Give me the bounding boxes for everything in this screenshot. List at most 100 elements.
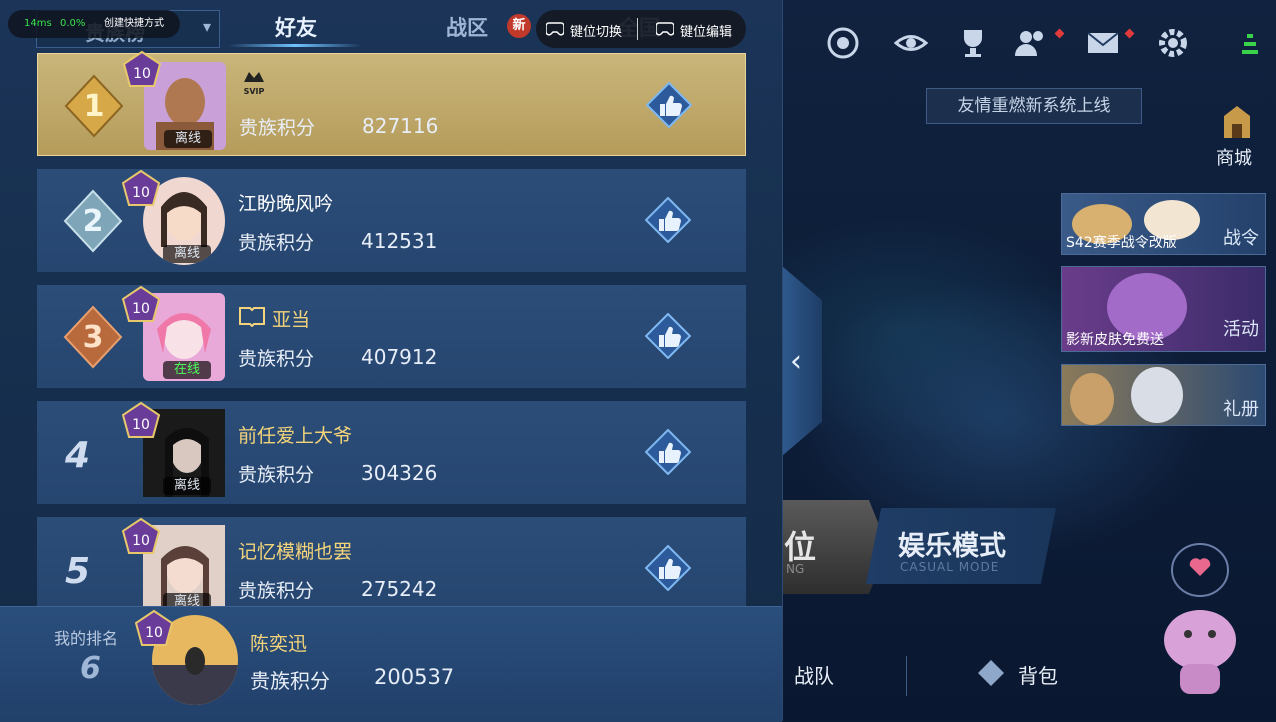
player-name: 亚当	[272, 309, 311, 331]
trophy-icon[interactable]	[956, 26, 990, 60]
status-badge: 在线	[163, 361, 211, 379]
nav-divider	[906, 656, 907, 696]
rank-gold-badge-icon: 1	[64, 74, 124, 138]
card-caption: 影新皮肤免费送	[1066, 332, 1164, 348]
points-value: 827116	[362, 114, 439, 138]
noble-level-badge-icon: 10	[121, 285, 161, 322]
points-label: 贵族积分	[238, 232, 315, 254]
player-name: 前任爱上大爷	[238, 425, 353, 447]
points-label: 贵族积分	[239, 117, 316, 139]
svg-text:1: 1	[84, 89, 105, 124]
settings-gear-icon[interactable]	[1156, 26, 1190, 60]
leaderboard-row[interactable]: 4 离线 10 前任爱上大爷 贵族积分 304326	[37, 401, 746, 504]
tab-friends[interactable]: 好友	[275, 12, 317, 42]
title-book-icon	[239, 307, 265, 327]
new-feature-notice[interactable]: 友情重燃新系统上线	[926, 88, 1142, 124]
create-shortcut-label: 创建快捷方式	[104, 18, 164, 29]
svg-text:10: 10	[133, 66, 151, 82]
mascot-character[interactable]	[1140, 530, 1260, 700]
svg-text:3: 3	[83, 320, 104, 355]
rank-number: 4	[65, 435, 91, 476]
backpack-icon	[978, 660, 1004, 686]
rank-number: 5	[65, 551, 91, 592]
leaderboard-row[interactable]: 5 离线 10 记忆模糊也罢 贵族积分 275242	[37, 517, 746, 606]
card-art	[1070, 367, 1183, 425]
card-caption: S42赛季战令改版	[1066, 235, 1177, 251]
shop-button[interactable]: 商城	[1212, 104, 1262, 170]
key-edit-button[interactable]: 键位编辑	[680, 21, 732, 40]
eye-icon[interactable]	[894, 26, 928, 60]
svg-text:10: 10	[132, 301, 150, 317]
rank-bronze-badge-icon: 3	[63, 305, 123, 369]
wifi-signal-icon	[1242, 34, 1258, 54]
like-thumbs-up-icon[interactable]	[646, 82, 692, 128]
chevron-down-icon: ▾	[202, 17, 211, 36]
points-value: 407912	[361, 345, 438, 369]
noble-level-badge-icon: 10	[121, 401, 161, 438]
casual-mode-sub: CASUAL MODE	[900, 560, 1000, 574]
points-value: 412531	[361, 229, 438, 253]
gift-book-card[interactable]: 礼册	[1061, 364, 1266, 426]
like-thumbs-up-icon[interactable]	[645, 545, 691, 591]
casual-mode-button[interactable]: 娱乐模式 CASUAL MODE	[866, 508, 1056, 584]
noble-level-badge-icon: 10	[121, 517, 161, 554]
svg-text:2: 2	[83, 204, 104, 239]
target-icon[interactable]	[826, 26, 860, 60]
noble-level-badge-icon: 10	[122, 50, 162, 87]
my-rank-label: 我的排名	[54, 629, 119, 648]
noble-level-badge-icon: 10	[134, 609, 174, 646]
svip-icon: SVIP	[244, 72, 265, 96]
points-label: 贵族积分	[238, 464, 315, 486]
key-switch-button[interactable]: 键位切换	[570, 21, 622, 40]
cpu-readout: 0.0%	[60, 18, 86, 29]
my-player-name: 陈奕迅	[250, 633, 308, 655]
casual-mode-label: 娱乐模式	[898, 531, 1006, 562]
gamepad-icon	[546, 22, 564, 36]
friends-icon[interactable]	[1014, 26, 1048, 60]
performance-overlay[interactable]: 14ms 0.0% 创建快捷方式	[8, 10, 180, 38]
like-thumbs-up-icon[interactable]	[645, 197, 691, 243]
like-thumbs-up-icon[interactable]	[645, 313, 691, 359]
status-badge: 离线	[163, 477, 211, 495]
nav-team[interactable]: 战队	[794, 660, 834, 689]
gamepad-icon	[656, 22, 674, 36]
my-points-value: 200537	[374, 665, 455, 689]
tab-zone[interactable]: 战区	[446, 12, 488, 42]
shop-icon	[1224, 106, 1250, 138]
nav-backpack[interactable]: 背包	[1018, 660, 1058, 689]
svg-text:10: 10	[145, 625, 163, 641]
card-side-label: 活动	[1223, 319, 1259, 340]
svg-text:10: 10	[132, 185, 150, 201]
my-points-label: 贵族积分	[250, 669, 330, 693]
ranked-mode-sub: NG	[786, 562, 805, 576]
chevron-left-icon: ‹	[790, 344, 802, 379]
points-value: 275242	[361, 577, 438, 601]
my-rank-number: 6	[80, 651, 101, 686]
my-rank-bar: 我的排名 6 10 陈奕迅 贵族积分 200537	[0, 606, 782, 722]
leaderboard-panel: 贵族榜 ▾ 好友 战区 新 全国 1 离线 10 SVIP 贵族积分 82711…	[0, 0, 783, 722]
points-label: 贵族积分	[238, 348, 315, 370]
points-value: 304326	[361, 461, 438, 485]
card-side-label: 礼册	[1223, 399, 1259, 420]
points-label: 贵族积分	[238, 580, 315, 602]
svg-text:10: 10	[132, 533, 150, 549]
mail-icon[interactable]	[1086, 26, 1120, 60]
noble-level-badge-icon: 10	[121, 169, 161, 206]
svg-text:SVIP: SVIP	[244, 87, 265, 96]
event-card[interactable]: 影新皮肤免费送 活动	[1061, 266, 1266, 352]
leaderboard-row[interactable]: 1 离线 10 SVIP 贵族积分 827116	[37, 50, 746, 156]
svg-text:10: 10	[132, 417, 150, 433]
status-badge: 离线	[163, 593, 211, 606]
new-badge: 新	[507, 14, 531, 38]
toolbar-divider	[637, 18, 638, 40]
leaderboard-row[interactable]: 2 离线 10 江盼晚风吟 贵族积分 412531	[37, 169, 746, 272]
rank-silver-badge-icon: 2	[63, 189, 123, 253]
latency-readout: 14ms	[24, 18, 52, 29]
status-badge: 离线	[164, 130, 212, 148]
battlepass-card[interactable]: S42赛季战令改版 战令	[1061, 193, 1266, 255]
keymap-toolbar: 键位切换 键位编辑	[536, 10, 746, 48]
shop-label: 商城	[1216, 148, 1252, 169]
status-badge: 离线	[163, 245, 211, 263]
like-thumbs-up-icon[interactable]	[645, 429, 691, 475]
leaderboard-row[interactable]: 3 在线 10 亚当 贵族积分 407912	[37, 285, 746, 388]
